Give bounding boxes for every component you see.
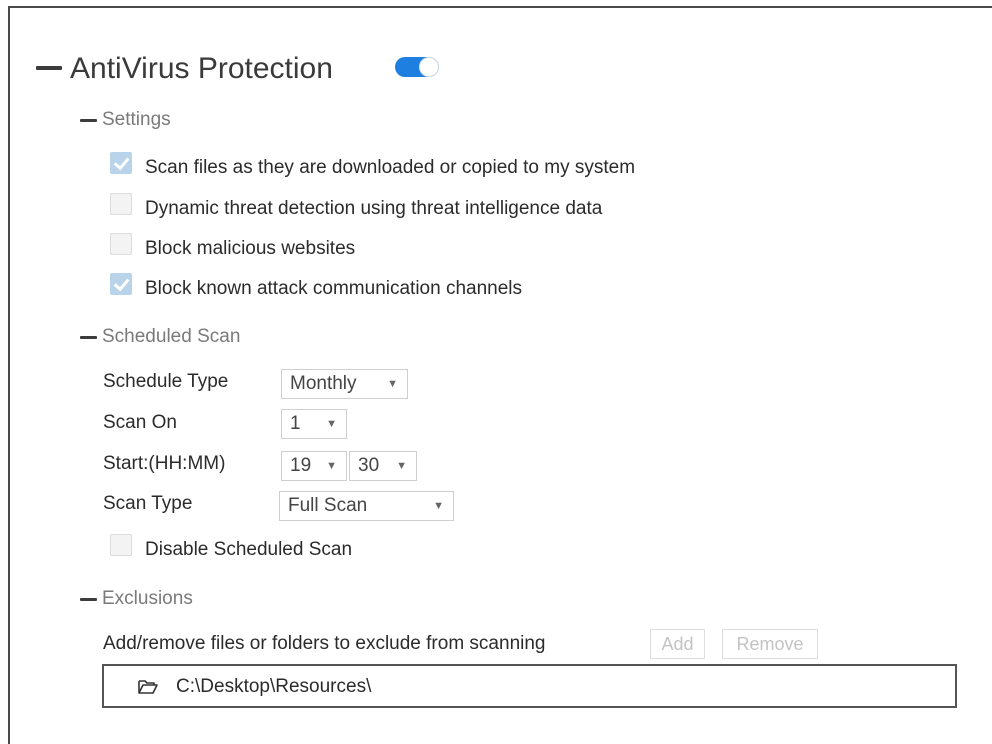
scan-type-label: Scan Type (103, 493, 193, 514)
collapse-settings-icon[interactable] (80, 119, 97, 122)
disable-scheduled-scan-checkbox[interactable] (110, 534, 132, 556)
scan-on-value: 1 (290, 413, 301, 434)
settings-title: Settings (102, 109, 171, 130)
antivirus-title: AntiVirus Protection (70, 52, 333, 85)
dynamic-threat-label: Dynamic threat detection using threat in… (145, 198, 603, 219)
exclusions-description: Add/remove files or folders to exclude f… (103, 633, 546, 654)
block-attack-channels-checkbox[interactable] (110, 273, 132, 295)
add-exclusion-button[interactable]: Add (650, 629, 705, 659)
exclusions-title: Exclusions (102, 588, 193, 609)
scheduled-scan-title: Scheduled Scan (102, 326, 241, 347)
scan-downloads-label: Scan files as they are downloaded or cop… (145, 157, 636, 178)
start-minute-select[interactable]: 30 ▼ (349, 451, 417, 481)
remove-exclusion-button[interactable]: Remove (722, 629, 818, 659)
collapse-scheduled-scan-icon[interactable] (80, 336, 97, 339)
collapse-antivirus-icon[interactable] (36, 66, 62, 70)
toggle-knob (419, 57, 439, 77)
disable-scheduled-scan-label: Disable Scheduled Scan (145, 539, 353, 560)
schedule-type-select[interactable]: Monthly ▼ (281, 369, 408, 399)
block-attack-channels-label: Block known attack communication channel… (145, 278, 523, 299)
chevron-down-icon: ▼ (433, 500, 444, 512)
antivirus-toggle[interactable] (395, 56, 441, 78)
start-hour-select[interactable]: 19 ▼ (281, 451, 347, 481)
chevron-down-icon: ▼ (396, 460, 407, 472)
exclusion-path: C:\Desktop\Resources\ (176, 676, 372, 697)
schedule-type-label: Schedule Type (103, 371, 229, 392)
collapse-exclusions-icon[interactable] (80, 598, 97, 601)
chevron-down-icon: ▼ (387, 378, 398, 390)
schedule-type-value: Monthly (290, 373, 357, 394)
folder-open-icon (138, 680, 158, 694)
scan-on-label: Scan On (103, 412, 177, 433)
block-websites-label: Block malicious websites (145, 238, 356, 259)
chevron-down-icon: ▼ (326, 418, 337, 430)
block-websites-checkbox[interactable] (110, 233, 132, 255)
exclusion-list[interactable]: C:\Desktop\Resources\ (102, 664, 957, 708)
scan-type-select[interactable]: Full Scan ▼ (279, 491, 454, 521)
scan-on-select[interactable]: 1 ▼ (281, 409, 347, 439)
chevron-down-icon: ▼ (326, 460, 337, 472)
start-time-label: Start:(HH:MM) (103, 453, 226, 474)
start-hour-value: 19 (290, 455, 312, 476)
scan-downloads-checkbox[interactable] (110, 152, 132, 174)
dynamic-threat-checkbox[interactable] (110, 193, 132, 215)
start-minute-value: 30 (358, 455, 380, 476)
scan-type-value: Full Scan (288, 495, 368, 516)
